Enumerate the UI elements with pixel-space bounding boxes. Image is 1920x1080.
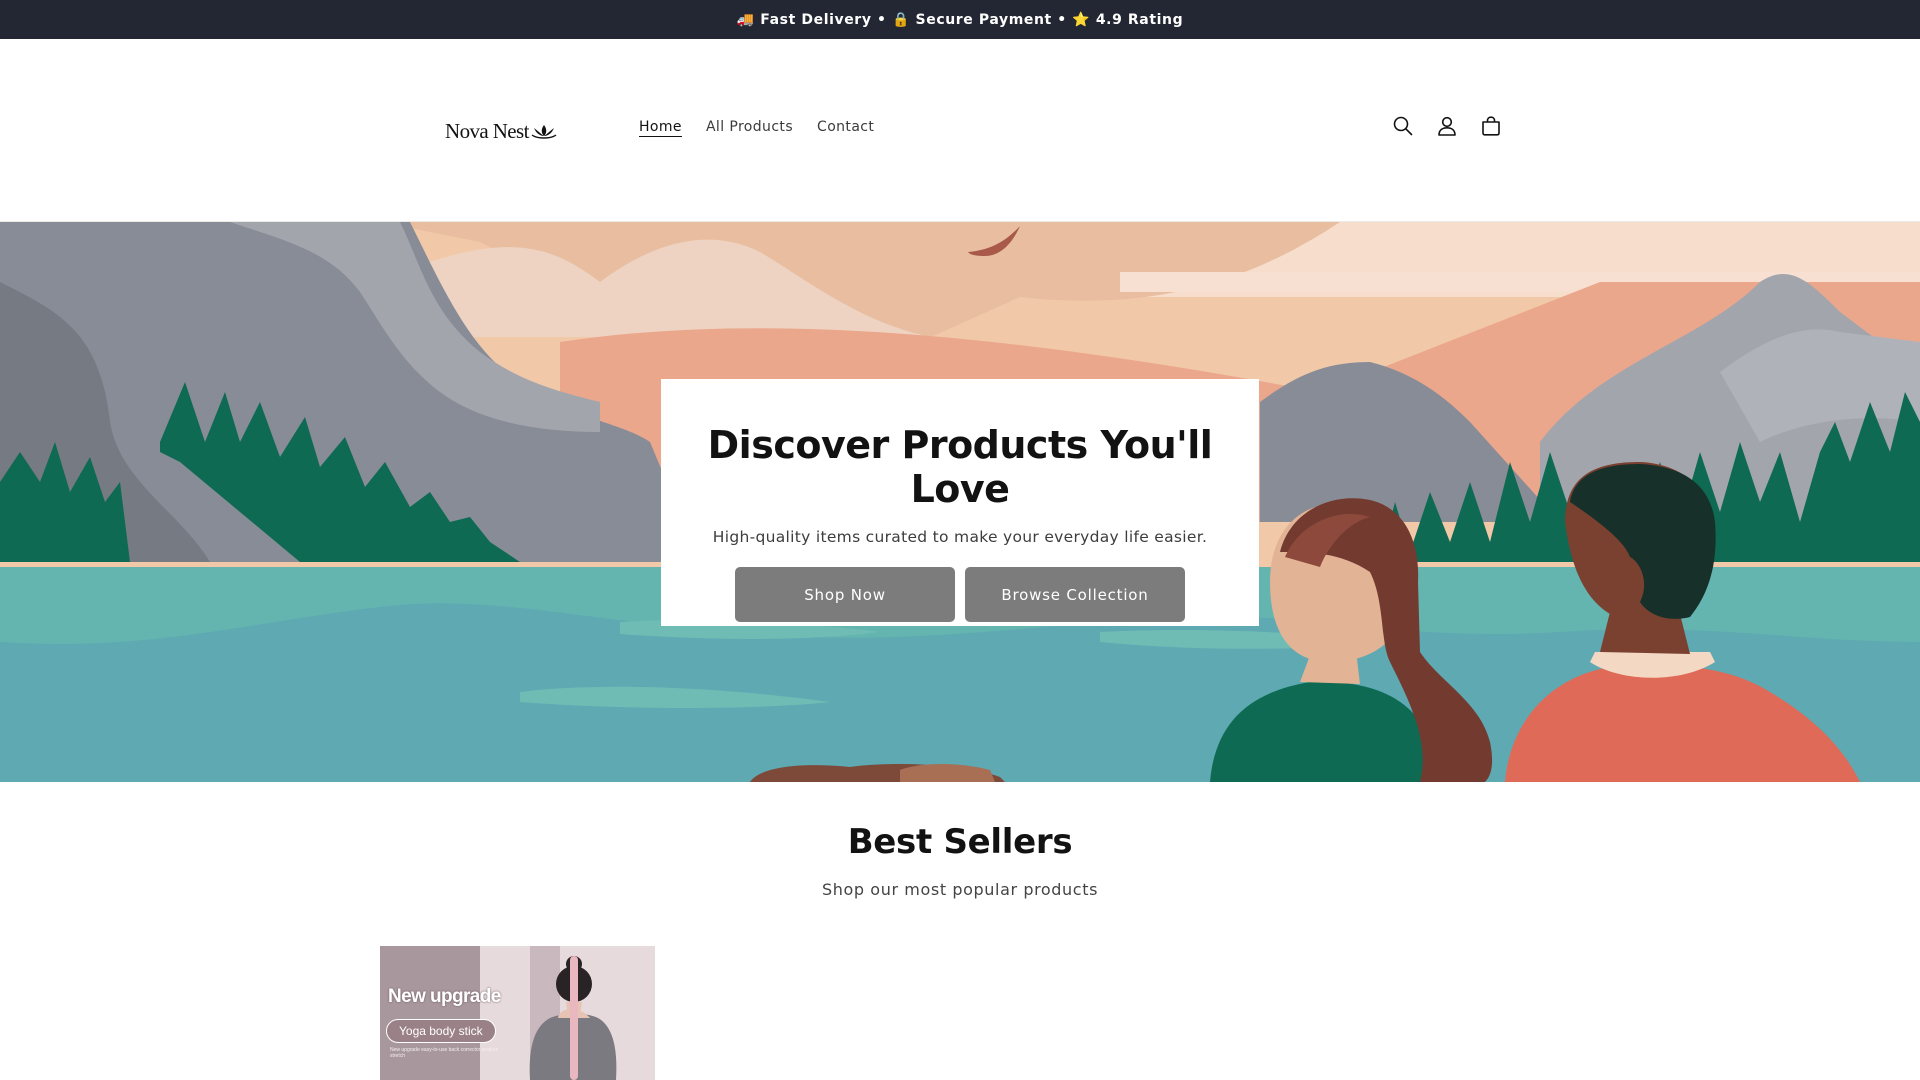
cart-icon bbox=[1482, 116, 1500, 136]
site-header: Nova Nest Home All Products Contact bbox=[0, 39, 1920, 222]
best-sellers-title: Best Sellers bbox=[847, 822, 1073, 862]
hero-title: Discover Products You'll Love bbox=[707, 423, 1213, 511]
product-image-fine-print: New upgrade easy-to-use back corrector p… bbox=[390, 1047, 499, 1059]
nav-home[interactable]: Home bbox=[639, 119, 682, 135]
main-nav: Home All Products Contact bbox=[639, 119, 874, 135]
nav-contact[interactable]: Contact bbox=[817, 119, 874, 135]
shop-now-button[interactable]: Shop Now bbox=[735, 567, 955, 622]
cart-button[interactable] bbox=[1478, 113, 1504, 139]
product-image-headline: New upgrade bbox=[388, 986, 501, 1007]
browse-collection-button[interactable]: Browse Collection bbox=[965, 567, 1185, 622]
nav-all-products[interactable]: All Products bbox=[706, 119, 793, 135]
hero-card: Discover Products You'll Love High-quali… bbox=[661, 379, 1259, 626]
lotus-icon bbox=[531, 125, 557, 139]
site-logo[interactable]: Nova Nest bbox=[445, 115, 557, 147]
announcement-bar: 🚚 Fast Delivery • 🔒 Secure Payment • ⭐ 4… bbox=[0, 0, 1920, 39]
product-card[interactable]: New upgrade Yoga body stick New upgrade … bbox=[380, 946, 655, 1080]
hero-banner: Discover Products You'll Love High-quali… bbox=[0, 222, 1920, 782]
search-button[interactable] bbox=[1390, 113, 1416, 139]
account-button[interactable] bbox=[1434, 113, 1460, 139]
product-image-tag: Yoga body stick bbox=[386, 1019, 496, 1043]
header-actions bbox=[1390, 113, 1504, 139]
hero-buttons: Shop Now Browse Collection bbox=[661, 567, 1259, 622]
account-icon bbox=[1438, 116, 1456, 136]
search-icon bbox=[1393, 116, 1413, 136]
product-image bbox=[380, 946, 655, 1080]
best-sellers-subtitle: Shop our most popular products bbox=[821, 880, 1099, 899]
hero-subtitle: High-quality items curated to make your … bbox=[712, 528, 1208, 546]
announcement-text: 🚚 Fast Delivery • 🔒 Secure Payment • ⭐ 4… bbox=[736, 11, 1184, 28]
logo-text: Nova Nest bbox=[445, 118, 529, 143]
